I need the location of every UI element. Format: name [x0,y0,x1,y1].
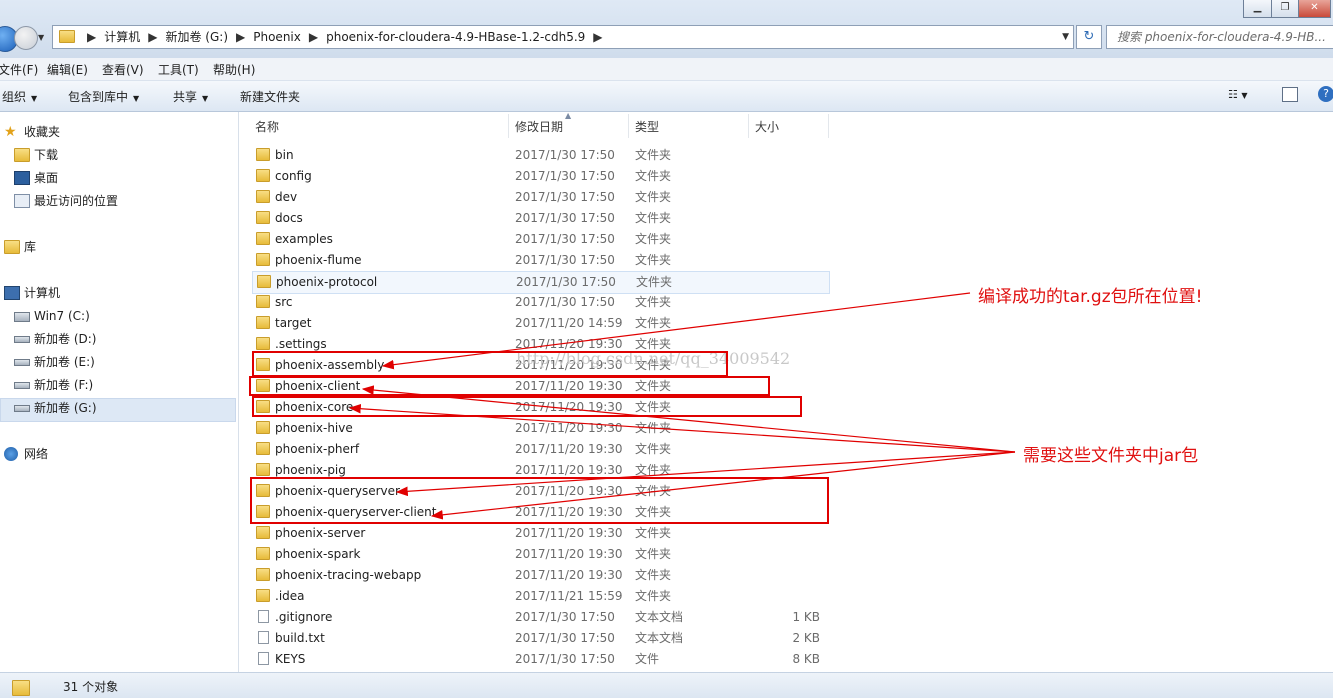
annotation-tar-location: 编译成功的tar.gz包所在位置! [978,287,1203,307]
arrow-to-assembly [381,292,971,370]
status-bar: 31 个对象 [0,672,1333,698]
annotation-arrows [348,292,1016,520]
scroll-area [1316,112,1333,672]
arrow-to-core [348,403,1016,453]
item-count: 31 个对象 [63,680,119,694]
folder-icon [12,680,30,696]
annotation-need-jars: 需要这些文件夹中jar包 [1023,446,1199,466]
arrow-to-client [361,385,1016,453]
